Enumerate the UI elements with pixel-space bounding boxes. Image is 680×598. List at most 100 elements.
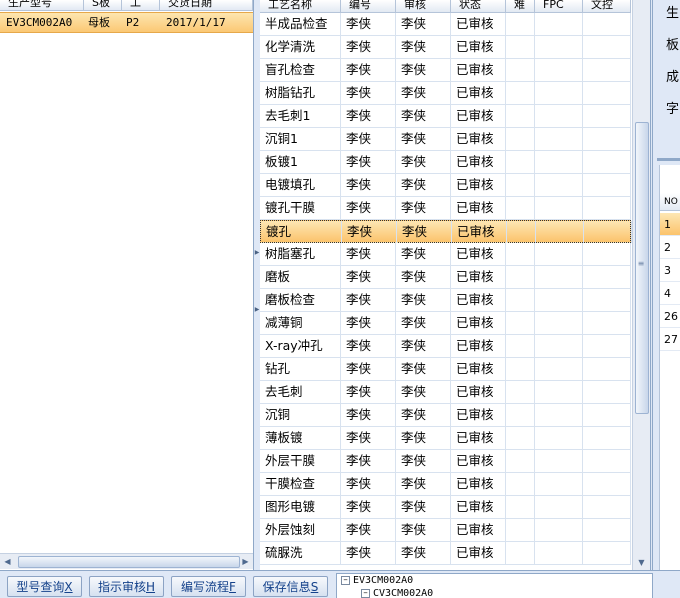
detail-row[interactable]: 2 xyxy=(660,236,680,259)
panel-divider[interactable] xyxy=(657,158,680,161)
process-row[interactable]: 盲孔检查 李侠 李侠 已审核 xyxy=(260,59,631,82)
edit-flow-button[interactable]: 编写流程F xyxy=(171,576,246,597)
horizontal-scrollbar[interactable]: ◀ ▶ xyxy=(0,553,253,569)
detail-row[interactable]: 27 xyxy=(660,328,680,351)
cell-doc-control xyxy=(583,36,631,58)
process-row[interactable]: 去毛刺 李侠 李侠 已审核 xyxy=(260,381,631,404)
column-header-model[interactable]: 生产型号 xyxy=(0,0,84,10)
cell-status: 已审核 xyxy=(451,335,506,357)
cell-review: 李侠 xyxy=(397,221,452,243)
cell-fpc xyxy=(535,151,583,173)
cell-process-name: 薄板镀 xyxy=(260,427,341,449)
column-header-no[interactable]: NO xyxy=(660,193,680,211)
save-info-button[interactable]: 保存信息S xyxy=(253,576,328,597)
process-row[interactable]: 外层干膜 李侠 李侠 已审核 xyxy=(260,450,631,473)
cell-process-name: 电镀填孔 xyxy=(260,174,341,196)
cell-code: 李侠 xyxy=(341,13,396,35)
review-instructions-button[interactable]: 指示审核H xyxy=(89,576,164,597)
scroll-down-icon[interactable]: ▼ xyxy=(633,555,650,570)
cell-process-name: 钻孔 xyxy=(260,358,341,380)
process-row[interactable]: 化学清洗 李侠 李侠 已审核 xyxy=(260,36,631,59)
process-row[interactable]: 电镀填孔 李侠 李侠 已审核 xyxy=(260,174,631,197)
cell-doc-control xyxy=(583,404,631,426)
process-row[interactable]: 树脂塞孔 李侠 李侠 已审核 xyxy=(260,243,631,266)
process-row[interactable]: 板镀1 李侠 李侠 已审核 xyxy=(260,151,631,174)
cell-fpc xyxy=(535,404,583,426)
process-row[interactable]: 沉铜1 李侠 李侠 已审核 xyxy=(260,128,631,151)
process-row[interactable]: 磨板 李侠 李侠 已审核 xyxy=(260,266,631,289)
cell-difficulty xyxy=(506,335,535,357)
detail-row[interactable]: 26 xyxy=(660,305,680,328)
process-row[interactable]: 半成品检查 李侠 李侠 已审核 xyxy=(260,13,631,36)
cell-fpc xyxy=(536,221,584,243)
cell-process-name: 沉铜 xyxy=(260,404,341,426)
cell-review: 李侠 xyxy=(396,358,451,380)
model-list-header: 生产型号 S板 工 交货日期 xyxy=(0,0,253,11)
scroll-left-icon[interactable]: ◀ xyxy=(0,554,15,569)
collapse-icon[interactable]: − xyxy=(341,575,350,585)
process-row[interactable]: 减薄铜 李侠 李侠 已审核 xyxy=(260,312,631,335)
cell-code: 李侠 xyxy=(342,221,397,243)
process-row[interactable]: 镀孔 李侠 李侠 已审核 xyxy=(260,220,632,243)
cell-difficulty xyxy=(506,13,535,35)
cell-review: 李侠 xyxy=(396,335,451,357)
process-row[interactable]: 外层蚀刻 李侠 李侠 已审核 xyxy=(260,519,631,542)
process-row[interactable]: 磨板检查 李侠 李侠 已审核 xyxy=(260,289,631,312)
cell-difficulty xyxy=(506,450,535,472)
cell-status: 已审核 xyxy=(451,243,506,265)
cell-status: 已审核 xyxy=(451,59,506,81)
scroll-right-icon[interactable]: ▶ xyxy=(238,554,253,569)
cell-review: 李侠 xyxy=(396,59,451,81)
cell-status: 已审核 xyxy=(451,36,506,58)
cell-fpc xyxy=(535,358,583,380)
process-row[interactable]: 钻孔 李侠 李侠 已审核 xyxy=(260,358,631,381)
column-header-date[interactable]: 交货日期 xyxy=(160,0,253,10)
cell-status: 已审核 xyxy=(451,289,506,311)
column-header-board[interactable]: S板 xyxy=(84,0,122,10)
cell-process-name: 半成品检查 xyxy=(260,13,341,35)
collapse-icon[interactable]: − xyxy=(361,588,370,598)
column-header-fpc[interactable]: FPC xyxy=(535,0,583,12)
cell-doc-control xyxy=(583,82,631,104)
cell-fpc xyxy=(535,335,583,357)
model-query-button[interactable]: 型号查询X xyxy=(7,576,82,597)
process-row[interactable]: 薄板镀 李侠 李侠 已审核 xyxy=(260,427,631,450)
process-row[interactable]: 树脂钻孔 李侠 李侠 已审核 xyxy=(260,82,631,105)
column-header-process-name[interactable]: 工艺名称 xyxy=(260,0,341,12)
cell-status: 已审核 xyxy=(451,381,506,403)
process-row[interactable]: 镀孔干膜 李侠 李侠 已审核 xyxy=(260,197,631,220)
cell-code: 李侠 xyxy=(341,243,396,265)
scroll-thumb[interactable] xyxy=(635,122,649,414)
tree-node-root[interactable]: − EV3CM002A0 xyxy=(341,575,413,586)
vertical-scrollbar[interactable]: ≡ ▼ xyxy=(632,0,650,570)
column-header-code[interactable]: 编号 xyxy=(341,0,396,12)
process-row[interactable]: 沉铜 李侠 李侠 已审核 xyxy=(260,404,631,427)
process-row[interactable]: 图形电镀 李侠 李侠 已审核 xyxy=(260,496,631,519)
cell-process-name: X-ray冲孔 xyxy=(260,335,341,357)
detail-row[interactable]: 3 xyxy=(660,259,680,282)
cell-difficulty xyxy=(506,496,535,518)
cell-code: 李侠 xyxy=(341,312,396,334)
cell-code: 李侠 xyxy=(341,59,396,81)
cell-difficulty xyxy=(506,381,535,403)
column-header-doc-control[interactable]: 文控 xyxy=(583,0,631,12)
model-row-selected[interactable]: EV3CM002A0 母板 P2 2017/1/17 xyxy=(0,12,253,33)
cell-difficulty xyxy=(506,473,535,495)
detail-row[interactable]: 4 xyxy=(660,282,680,305)
column-header-review[interactable]: 审核 xyxy=(396,0,451,12)
detail-row[interactable]: 1 xyxy=(660,213,680,236)
cell-doc-control xyxy=(583,59,631,81)
cell-review: 李侠 xyxy=(396,174,451,196)
process-row[interactable]: 去毛刺1 李侠 李侠 已审核 xyxy=(260,105,631,128)
column-header-proc[interactable]: 工 xyxy=(122,0,160,10)
process-row[interactable]: X-ray冲孔 李侠 李侠 已审核 xyxy=(260,335,631,358)
cell-review: 李侠 xyxy=(396,128,451,150)
column-header-status[interactable]: 状态 xyxy=(451,0,506,12)
process-row[interactable]: 干膜检查 李侠 李侠 已审核 xyxy=(260,473,631,496)
tree-node-child[interactable]: − CV3CM002A0 xyxy=(361,588,433,598)
field-label: 板 xyxy=(666,38,680,53)
column-header-difficulty[interactable]: 难 xyxy=(506,0,535,12)
cell-status: 已审核 xyxy=(451,105,506,127)
scroll-thumb[interactable] xyxy=(18,556,240,568)
process-row[interactable]: 硫脲洗 李侠 李侠 已审核 xyxy=(260,542,631,565)
